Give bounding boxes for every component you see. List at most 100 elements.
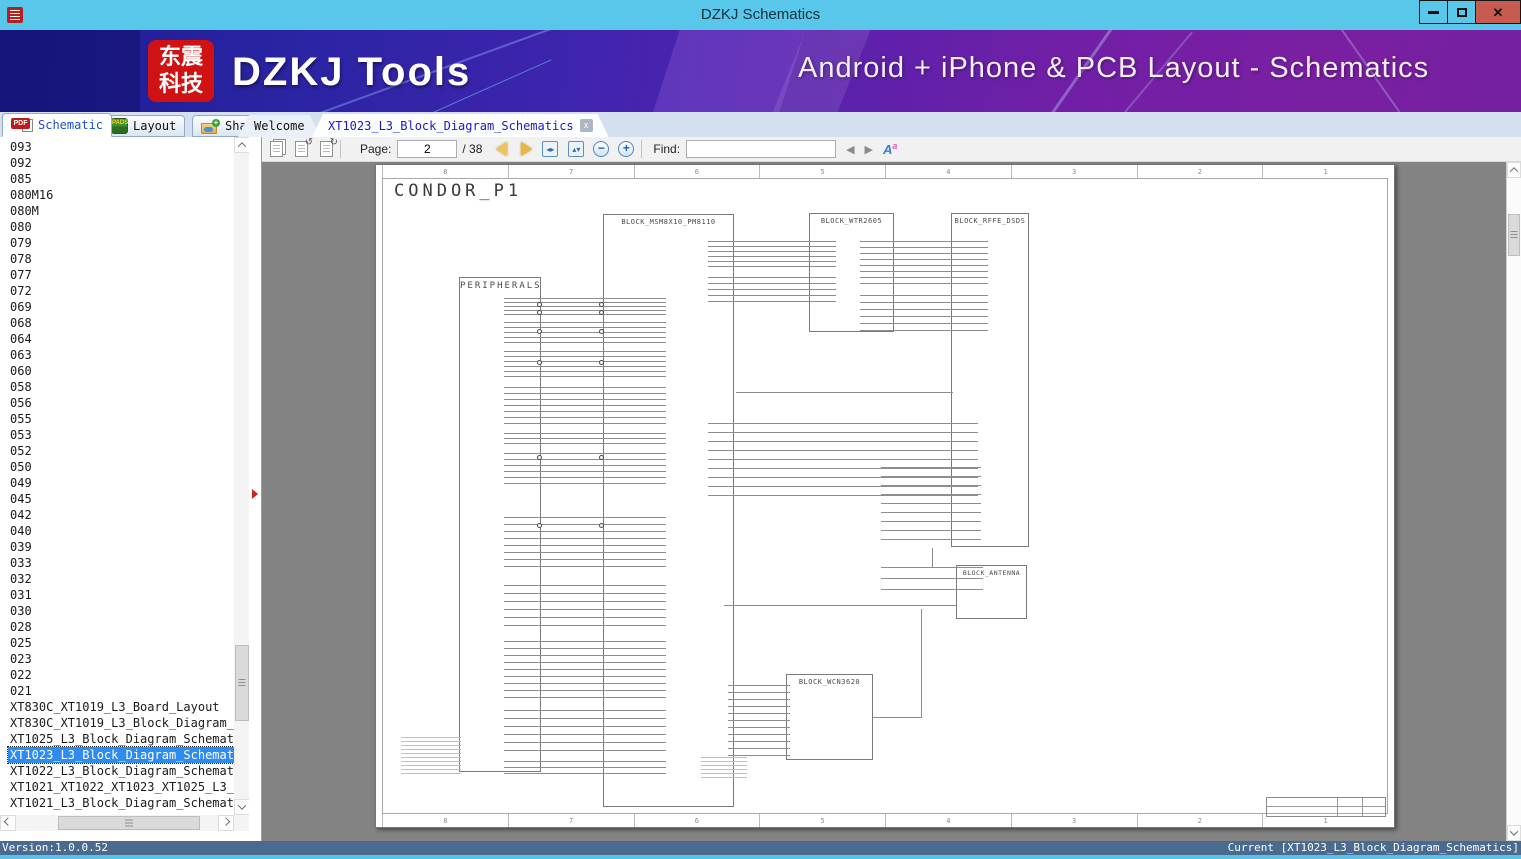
scroll-down-button[interactable] [234, 799, 250, 815]
list-item[interactable]: 058 [0, 379, 234, 395]
window-title: DZKJ Schematics [700, 6, 821, 23]
ruler-number: 8 [382, 165, 508, 178]
tab-layout[interactable]: PADS Layout [102, 115, 186, 137]
close-icon: ✕ [1492, 4, 1504, 20]
list-item[interactable]: 068 [0, 315, 234, 331]
current-document-text: Current [XT1023_L3_Block_Diagram_Schemat… [1227, 841, 1519, 854]
next-page-button[interactable] [521, 142, 533, 156]
list-item[interactable]: 053 [0, 427, 234, 443]
match-case-icon[interactable]: Aa [883, 141, 897, 157]
list-item[interactable]: 031 [0, 587, 234, 603]
list-item[interactable]: XT1021_L3_Block_Diagram_Schematics [0, 795, 234, 811]
doc-tab-welcome[interactable]: Welcome [238, 115, 321, 137]
chevron-up-icon [1509, 167, 1519, 176]
list-item[interactable]: 049 [0, 475, 234, 491]
scrollbar-thumb[interactable] [235, 645, 249, 721]
list-item[interactable]: 064 [0, 331, 234, 347]
list-item[interactable]: 023 [0, 651, 234, 667]
scroll-up-button[interactable] [1507, 162, 1521, 178]
list-item[interactable]: 039 [0, 539, 234, 555]
list-item[interactable]: 030 [0, 603, 234, 619]
maximize-button[interactable] [1447, 0, 1476, 24]
list-item[interactable]: 072 [0, 283, 234, 299]
rotate-left-icon[interactable]: ↺ [295, 137, 313, 157]
chevron-right-icon [221, 817, 231, 826]
zoom-out-button[interactable]: − [593, 141, 610, 157]
bus-tap [537, 523, 542, 528]
close-button[interactable]: ✕ [1475, 0, 1521, 24]
list-item[interactable]: 079 [0, 235, 234, 251]
list-item[interactable]: 025 [0, 635, 234, 651]
wire-bundle [708, 241, 836, 271]
list-item[interactable]: 080M16 [0, 187, 234, 203]
doc-tab-xt1023[interactable]: XT1023_L3_Block_Diagram_Schematics x [312, 114, 609, 137]
logo-text-line1: 东震 [158, 45, 203, 70]
previous-page-button[interactable] [496, 142, 508, 156]
list-item[interactable]: 093 [0, 139, 234, 155]
list-item[interactable]: XT1021_XT1022_XT1023_XT1025_L3_Board_I [0, 779, 234, 795]
maximize-icon [1456, 7, 1467, 17]
scrollbar-thumb[interactable] [1508, 214, 1520, 256]
bus-tap [537, 310, 542, 315]
list-item[interactable]: 055 [0, 411, 234, 427]
find-previous-icon[interactable]: ◀ [846, 143, 854, 156]
toolbar-separator [641, 140, 643, 158]
scrollbar-thumb[interactable] [58, 816, 200, 830]
wire-bundle [504, 298, 666, 316]
scroll-left-button[interactable] [0, 815, 16, 831]
list-item[interactable]: 085 [0, 171, 234, 187]
copy-page-icon[interactable] [270, 141, 283, 157]
splitter-collapse-icon[interactable] [252, 489, 258, 499]
list-item[interactable]: 080 [0, 219, 234, 235]
doc-tab-close-icon[interactable]: x [580, 119, 593, 132]
list-item[interactable]: 069 [0, 299, 234, 315]
wire-bundle [504, 351, 666, 381]
list-item[interactable]: 021 [0, 683, 234, 699]
panel-splitter[interactable] [249, 137, 261, 841]
thumb-grip [125, 819, 133, 827]
scroll-right-button[interactable] [218, 815, 234, 831]
list-item[interactable]: 060 [0, 363, 234, 379]
tab-schematic[interactable]: PDF Schematic [2, 113, 113, 137]
bus-tap [599, 310, 604, 315]
scroll-down-button[interactable] [1507, 825, 1521, 841]
find-next-icon[interactable]: ▶ [865, 143, 873, 156]
list-item[interactable]: 077 [0, 267, 234, 283]
list-item[interactable]: 056 [0, 395, 234, 411]
wire-bundle [708, 277, 836, 307]
fit-page-icon[interactable]: ▴▾ [568, 141, 585, 157]
list-item[interactable]: 080M [0, 203, 234, 219]
list-item[interactable]: XT830C_XT1019_L3_Board_Layout [0, 699, 234, 715]
minimize-button[interactable] [1419, 0, 1448, 24]
list-item[interactable]: XT830C_XT1019_L3_Block_Diagram_Schemat [0, 715, 234, 731]
toolbar-separator [340, 140, 341, 158]
sidebar-vertical-scrollbar[interactable] [234, 137, 250, 815]
find-input[interactable] [686, 140, 837, 158]
page-number-input[interactable] [397, 140, 458, 158]
list-item[interactable]: XT1022_L3_Block_Diagram_Schematics [0, 763, 234, 779]
fit-width-icon[interactable]: ◂▸ [542, 141, 559, 157]
list-item[interactable]: 032 [0, 571, 234, 587]
viewer-vertical-scrollbar[interactable] [1506, 162, 1521, 841]
rotate-right-icon[interactable]: ↻ [320, 137, 338, 157]
list-item[interactable]: 045 [0, 491, 234, 507]
list-item[interactable]: XT1025_L3_Block_Diagram_Schematics [0, 731, 234, 747]
list-item[interactable]: 028 [0, 619, 234, 635]
sidebar-horizontal-scrollbar[interactable] [0, 815, 250, 831]
list-item[interactable]: 092 [0, 155, 234, 171]
list-item[interactable]: 052 [0, 443, 234, 459]
version-text: Version:1.0.0.52 [2, 841, 108, 854]
list-item[interactable]: 050 [0, 459, 234, 475]
scroll-up-button[interactable] [234, 137, 250, 153]
window-controls: ✕ [1419, 0, 1521, 24]
list-item[interactable]: 033 [0, 555, 234, 571]
ruler-number: 4 [885, 165, 1011, 178]
list-item[interactable]: 063 [0, 347, 234, 363]
zoom-in-button[interactable]: + [618, 141, 635, 157]
list-item[interactable]: XT1023_L3_Block_Diagram_Schematics [0, 746, 234, 764]
list-item[interactable]: 078 [0, 251, 234, 267]
list-item[interactable]: 040 [0, 523, 234, 539]
list-item[interactable]: 022 [0, 667, 234, 683]
list-item[interactable]: 042 [0, 507, 234, 523]
doc-tab-welcome-label: Welcome [254, 119, 305, 133]
